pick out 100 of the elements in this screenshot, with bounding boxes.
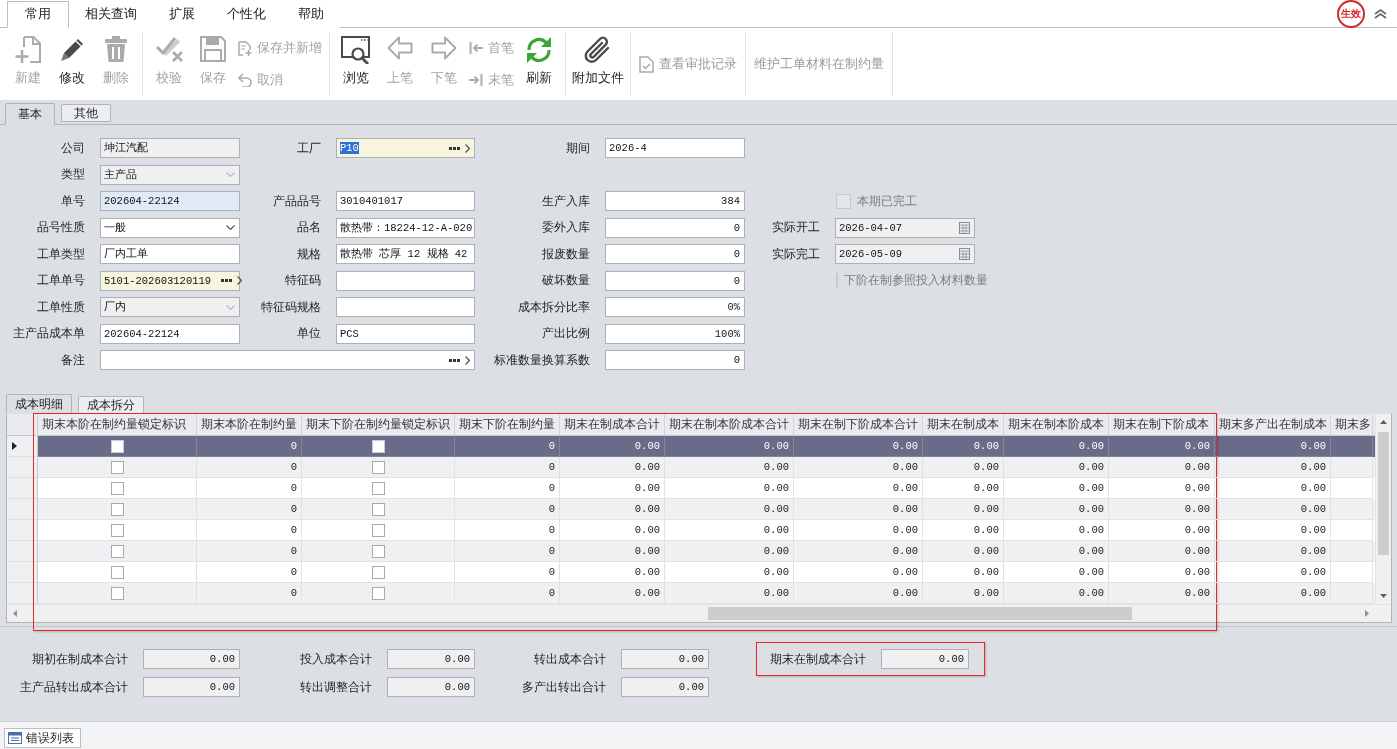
ellipsis-icon[interactable]: [449, 358, 460, 362]
column-header[interactable]: 期末在制成本合计: [560, 414, 665, 435]
memo-field[interactable]: [100, 350, 475, 370]
toolbar-button[interactable]: 浏览: [334, 32, 378, 96]
checkbox[interactable]: [371, 439, 385, 453]
toolbar-button[interactable]: 刷新: [517, 32, 561, 96]
text-field[interactable]: 厂内工单: [100, 244, 240, 264]
column-header[interactable]: 期末下阶在制约量: [455, 414, 560, 435]
table-row[interactable]: 0 0 0.00 0.00 0.00 0.00 0.00 0.00 0.00: [7, 520, 1375, 541]
error-list-tab[interactable]: 错误列表: [4, 728, 81, 748]
column-header[interactable]: 期末在制成本: [923, 414, 1004, 435]
text-field[interactable]: [336, 270, 475, 291]
scrollbar-thumb[interactable]: [1378, 432, 1389, 555]
column-header[interactable]: 期末在制下阶成本合计: [794, 414, 923, 435]
number-field[interactable]: 0: [605, 270, 745, 291]
dropdown[interactable]: 一般: [100, 217, 240, 238]
horizontal-scrollbar[interactable]: [7, 604, 1391, 622]
checkbox[interactable]: [110, 481, 124, 495]
checkbox[interactable]: [371, 544, 385, 558]
number-field[interactable]: 0.00: [387, 649, 475, 669]
column-header[interactable]: 期末多产出在制成本: [1215, 414, 1331, 435]
tab[interactable]: 成本拆分: [78, 396, 144, 413]
table-row[interactable]: 0 0 0.00 0.00 0.00 0.00 0.00 0.00 0.00: [7, 457, 1375, 478]
field-label: 报废数量: [542, 245, 590, 263]
table-row[interactable]: 0 0 0.00 0.00 0.00 0.00 0.00 0.00 0.00: [7, 562, 1375, 583]
text-field[interactable]: PCS: [336, 323, 475, 344]
number-field[interactable]: 0.00: [143, 677, 240, 697]
scrollbar-thumb[interactable]: [708, 607, 1132, 620]
ellipsis-icon[interactable]: [449, 146, 460, 150]
column-header[interactable]: 期末下阶在制约量锁定标识: [302, 414, 455, 435]
column-header[interactable]: 期末本阶在制约量锁定标识: [38, 414, 197, 435]
field-label: 工单单号: [37, 272, 85, 289]
field-label: 转出调整合计: [300, 678, 372, 696]
scroll-right-icon[interactable]: [1365, 610, 1369, 617]
number-field[interactable]: 384: [605, 191, 745, 211]
toolbar-button[interactable]: 修改: [50, 32, 94, 96]
field-label: 单号: [61, 192, 85, 210]
scroll-down-icon[interactable]: [1380, 594, 1387, 598]
number-field[interactable]: 100%: [605, 323, 745, 344]
vertical-scrollbar[interactable]: [1375, 414, 1391, 604]
text-field[interactable]: 散热带 芯厚 12 规格 42: [336, 244, 475, 264]
text-field[interactable]: 202604-22124: [100, 323, 240, 344]
column-header[interactable]: 期末在制本阶成本合计: [665, 414, 794, 435]
text-field[interactable]: 坤江汽配: [100, 138, 240, 158]
checkbox[interactable]: [371, 502, 385, 516]
tab[interactable]: 其他: [61, 104, 111, 122]
field-label: 工厂: [297, 139, 321, 157]
table-row[interactable]: 0 0 0.00 0.00 0.00 0.00 0.00 0.00 0.00: [7, 499, 1375, 520]
number-field[interactable]: 0.00: [881, 649, 969, 669]
chevron-down-icon[interactable]: [226, 225, 235, 230]
column-header[interactable]: 期末在制下阶成本: [1109, 414, 1215, 435]
checkbox[interactable]: [371, 481, 385, 495]
number-field[interactable]: 0%: [605, 297, 745, 317]
table-row[interactable]: 0 0 0.00 0.00 0.00 0.00 0.00 0.00 0.00: [7, 583, 1375, 604]
text-field[interactable]: [336, 297, 475, 317]
column-header[interactable]: 期末本阶在制约量: [197, 414, 302, 435]
checkbox[interactable]: [110, 586, 124, 600]
chevron-right-icon[interactable]: [465, 355, 470, 365]
number-field[interactable]: 0.00: [621, 677, 709, 697]
checkbox[interactable]: [371, 586, 385, 600]
number-field[interactable]: 0: [605, 217, 745, 238]
lookup-field[interactable]: P10: [336, 138, 475, 158]
table-row[interactable]: 0 0 0.00 0.00 0.00 0.00 0.00 0.00 0.00: [7, 478, 1375, 499]
checkbox[interactable]: [110, 565, 124, 579]
toolbar-button[interactable]: 附加文件: [570, 32, 626, 96]
checkbox[interactable]: [371, 523, 385, 537]
column-header[interactable]: 期末在制本阶成本: [1004, 414, 1109, 435]
tab[interactable]: 成本明细: [6, 394, 72, 413]
checkbox[interactable]: [110, 439, 124, 453]
trash-icon: [104, 36, 128, 62]
table-row[interactable]: 0 0 0.00 0.00 0.00 0.00 0.00 0.00 0.00: [7, 541, 1375, 562]
checkbox[interactable]: [110, 544, 124, 558]
checkbox[interactable]: [110, 460, 124, 474]
chevron-right-icon[interactable]: [465, 143, 470, 153]
ellipsis-icon[interactable]: [221, 279, 233, 282]
text-field[interactable]: 散热带：18224-12-A-020: [336, 217, 475, 238]
text-field[interactable]: 2026-4: [605, 138, 745, 158]
text-field[interactable]: 3010401017: [336, 191, 475, 211]
number-field[interactable]: 0.00: [143, 649, 240, 669]
table-row[interactable]: 0 0 0.00 0.00 0.00 0.00 0.00 0.00 0.00: [7, 436, 1375, 457]
checkbox[interactable]: [371, 565, 385, 579]
number-field[interactable]: 0.00: [387, 677, 475, 697]
lookup-field[interactable]: 5101-202603120119: [100, 270, 240, 291]
scroll-up-icon[interactable]: [1380, 420, 1387, 424]
field-label: 投入成本合计: [300, 650, 372, 668]
ribbon-tab[interactable]: 常用: [7, 1, 69, 28]
chevron-up-icon[interactable]: [1374, 8, 1387, 19]
field-label: 主产品转出成本合计: [20, 678, 128, 696]
field-label: 类型: [61, 166, 85, 183]
checkbox[interactable]: [110, 502, 124, 516]
scroll-left-icon[interactable]: [13, 610, 17, 617]
number-field[interactable]: 0: [605, 350, 745, 370]
row-pointer-icon: [12, 442, 17, 450]
chevron-right-icon[interactable]: [237, 276, 243, 285]
text-field[interactable]: 202604-22124: [100, 191, 240, 211]
number-field[interactable]: 0: [605, 244, 745, 264]
tab[interactable]: 基本: [5, 103, 55, 125]
number-field[interactable]: 0.00: [621, 649, 709, 669]
checkbox[interactable]: [110, 523, 124, 537]
checkbox[interactable]: [371, 460, 385, 474]
